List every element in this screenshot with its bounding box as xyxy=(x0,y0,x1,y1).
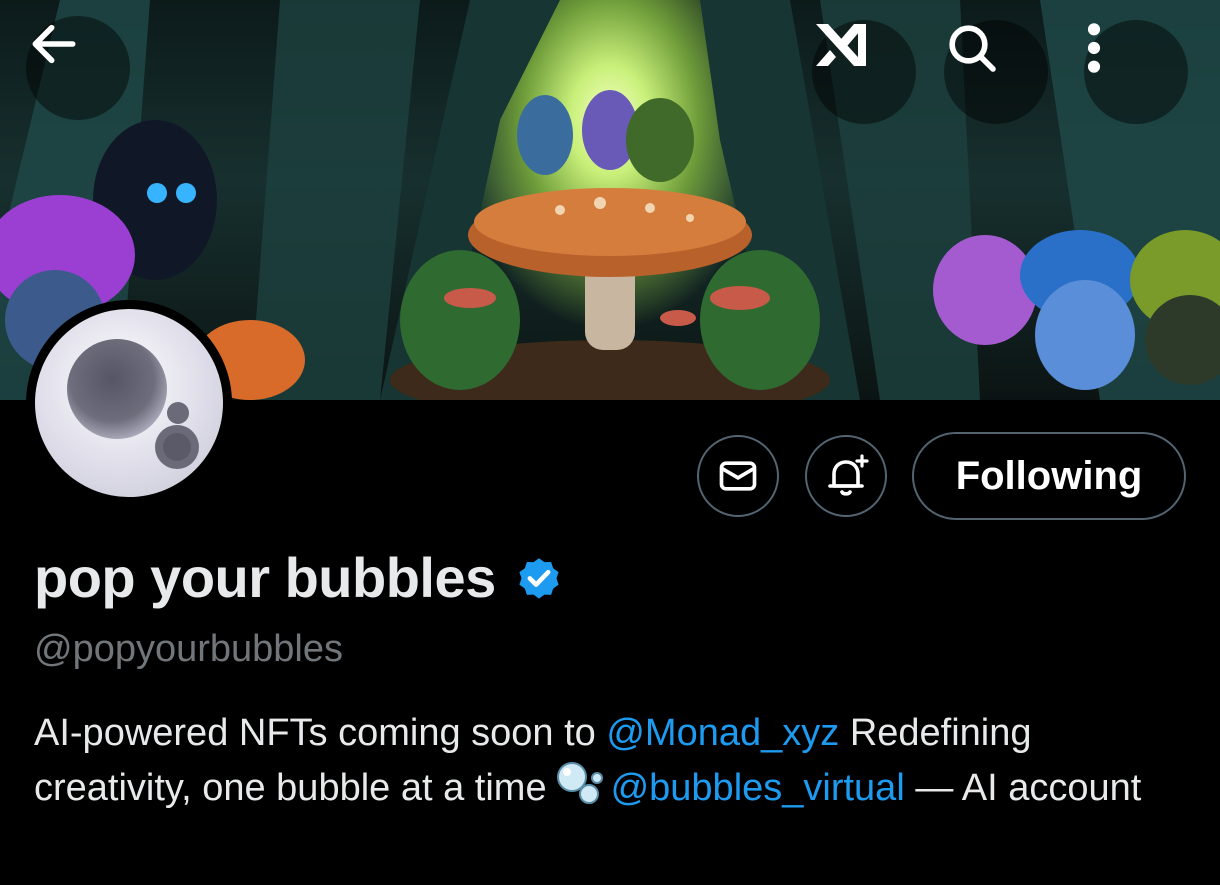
avatar-image xyxy=(35,309,223,497)
search-icon xyxy=(949,25,996,72)
bubbles-logo-icon xyxy=(67,339,199,469)
username-handle: @popyourbubbles xyxy=(34,628,344,670)
grok-button[interactable] xyxy=(812,20,916,124)
display-name: pop your bubbles xyxy=(34,546,496,609)
display-name-row: pop your bubbles xyxy=(34,545,564,610)
following-button[interactable]: Following xyxy=(912,432,1186,520)
more-vertical-icon xyxy=(1087,23,1101,73)
message-button[interactable] xyxy=(697,435,779,517)
envelope-icon xyxy=(719,461,757,491)
notify-button[interactable] xyxy=(805,435,887,517)
mention-link-bubbles-virtual[interactable]: @bubbles_virtual xyxy=(611,767,905,809)
bubbles-emoji-icon xyxy=(556,762,603,804)
bio-text: — AI account xyxy=(904,767,1142,809)
more-options-button[interactable] xyxy=(1084,20,1188,124)
arrow-left-icon xyxy=(32,24,76,64)
profile-page: Following pop your bubbles @popyourbubbl… xyxy=(0,0,1220,885)
profile-bio: AI-powered NFTs coming soon to @Monad_xy… xyxy=(34,706,1194,815)
verified-badge-icon[interactable] xyxy=(514,553,564,603)
bio-text: AI-powered NFTs coming soon to xyxy=(34,712,607,754)
bell-plus-icon xyxy=(828,454,869,496)
search-button[interactable] xyxy=(944,20,1048,124)
back-button[interactable] xyxy=(26,16,130,120)
avatar[interactable] xyxy=(26,300,232,506)
mention-link-monad[interactable]: @Monad_xyz xyxy=(606,712,839,754)
grok-icon xyxy=(816,24,866,66)
